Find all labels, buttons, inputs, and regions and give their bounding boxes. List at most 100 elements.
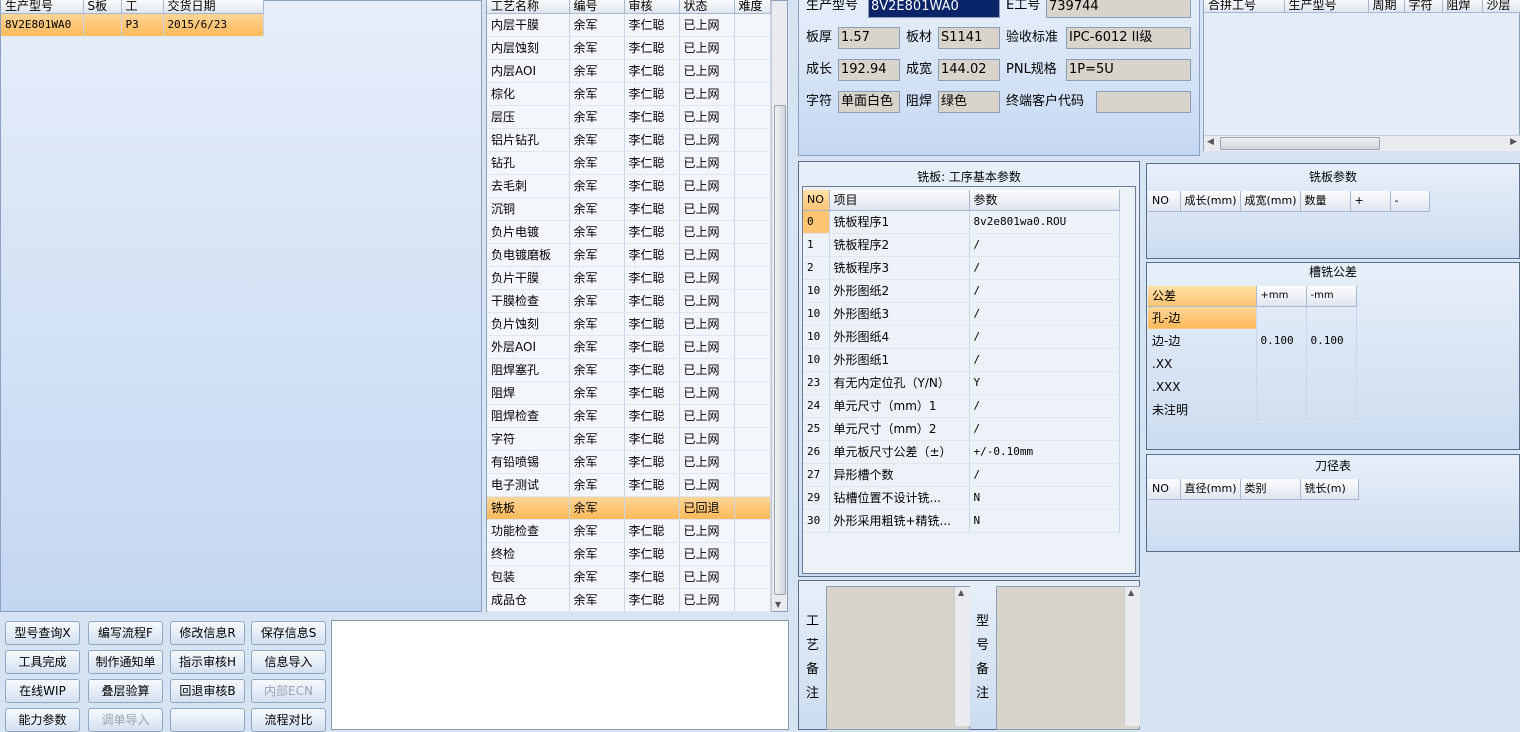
scrollbar-thumb[interactable] xyxy=(774,105,786,595)
routing-cell[interactable]: 铣板程序2 xyxy=(829,233,970,257)
action-button[interactable]: 工具完成 xyxy=(5,650,80,674)
process-cell[interactable]: 余军 xyxy=(569,289,625,313)
col-header[interactable]: 沙层 xyxy=(1482,0,1520,13)
table-row[interactable]: 8V2E801WA0 P3 2015/6/23 xyxy=(1,13,264,37)
process-cell[interactable]: 已上网 xyxy=(679,220,735,244)
scroll-down-icon[interactable]: ▼ xyxy=(775,600,781,609)
process-cell[interactable]: 李仁聪 xyxy=(624,59,680,83)
table-row[interactable]: 负电镀磨板 余军 李仁聪 已上网 xyxy=(487,243,771,267)
action-button[interactable]: 编写流程F xyxy=(88,621,163,645)
col-header[interactable]: 数量 xyxy=(1300,191,1351,212)
table-row[interactable]: 24 单元尺寸（mm）1/ xyxy=(803,394,1120,418)
process-cell[interactable]: 已上网 xyxy=(679,381,735,405)
table-row[interactable]: .XXX xyxy=(1148,375,1357,399)
routing-cell[interactable]: 2 xyxy=(803,256,830,280)
process-cell[interactable]: 外层AOI xyxy=(487,335,570,359)
process-note-textarea[interactable] xyxy=(826,586,970,730)
process-cell[interactable]: 李仁聪 xyxy=(624,335,680,359)
routing-cell[interactable]: 26 xyxy=(803,440,830,464)
process-cell[interactable]: 余军 xyxy=(569,404,625,428)
col-header[interactable]: 合拼工号 xyxy=(1204,0,1285,13)
col-header[interactable]: 参数 xyxy=(969,190,1120,211)
process-cell[interactable]: 已上网 xyxy=(679,82,735,106)
process-cell[interactable] xyxy=(734,174,771,198)
table-row[interactable]: 字符 余军 李仁聪 已上网 xyxy=(487,427,771,451)
process-cell[interactable] xyxy=(734,358,771,382)
routing-cell[interactable]: 10 xyxy=(803,348,830,372)
routing-cell[interactable]: 外形采用粗铣+精铣... xyxy=(829,509,970,533)
process-cell[interactable]: 李仁聪 xyxy=(624,450,680,474)
process-cell[interactable]: 李仁聪 xyxy=(624,128,680,152)
col-header[interactable]: 直径(mm) xyxy=(1180,479,1241,500)
process-cell[interactable]: 字符 xyxy=(487,427,570,451)
process-cell[interactable]: 李仁聪 xyxy=(624,197,680,221)
action-button[interactable]: 修改信息R xyxy=(170,621,245,645)
table-row[interactable]: 功能检查 余军 李仁聪 已上网 xyxy=(487,519,771,543)
process-cell[interactable]: 李仁聪 xyxy=(624,404,680,428)
process-cell[interactable] xyxy=(734,542,771,566)
slot-cell[interactable] xyxy=(1306,398,1357,422)
table-row[interactable]: 铣板 余军 已回退 xyxy=(487,496,771,520)
process-cell[interactable] xyxy=(734,266,771,290)
process-cell[interactable] xyxy=(734,220,771,244)
col-header[interactable]: 工艺名称 xyxy=(487,0,570,14)
table-row[interactable]: 10 外形图纸4/ xyxy=(803,325,1120,349)
length-field[interactable]: 192.94 xyxy=(838,59,900,81)
process-cell[interactable]: 内层蚀刻 xyxy=(487,36,570,60)
process-cell[interactable]: 余军 xyxy=(569,312,625,336)
process-cell[interactable]: 阻焊 xyxy=(487,381,570,405)
process-cell[interactable]: 已上网 xyxy=(679,565,735,589)
col-header[interactable]: 铣长(m) xyxy=(1300,479,1359,500)
process-cell[interactable]: 层压 xyxy=(487,105,570,129)
process-cell[interactable]: 有铅喷锡 xyxy=(487,450,570,474)
action-button[interactable]: 调单导入 xyxy=(88,708,163,732)
routing-cell[interactable]: 1 xyxy=(803,233,830,257)
col-header[interactable]: 公差 xyxy=(1148,286,1257,307)
col-header[interactable]: 交货日期 xyxy=(163,0,264,14)
process-cell[interactable]: 余军 xyxy=(569,36,625,60)
routing-cell[interactable]: 23 xyxy=(803,371,830,395)
routing-cell[interactable]: / xyxy=(969,279,1120,303)
process-cell[interactable]: 已上网 xyxy=(679,197,735,221)
scroll-up-icon[interactable]: ▲ xyxy=(1128,588,1134,597)
col-header[interactable]: 生产型号 xyxy=(1,0,84,14)
col-header[interactable]: 难度 xyxy=(734,0,771,14)
process-cell[interactable] xyxy=(734,197,771,221)
routing-cell[interactable]: 异形槽个数 xyxy=(829,463,970,487)
table-row[interactable]: 钻孔 余军 李仁聪 已上网 xyxy=(487,151,771,175)
process-cell[interactable]: 余军 xyxy=(569,197,625,221)
process-cell[interactable]: 钻孔 xyxy=(487,151,570,175)
process-cell[interactable]: 终检 xyxy=(487,542,570,566)
table-row[interactable]: 阻焊 余军 李仁聪 已上网 xyxy=(487,381,771,405)
routing-cell[interactable]: 外形图纸3 xyxy=(829,302,970,326)
table-row[interactable]: 去毛刺 余军 李仁聪 已上网 xyxy=(487,174,771,198)
scroll-left-icon[interactable]: ◀ xyxy=(1207,137,1214,147)
model-note-scrollbar[interactable]: ▲ xyxy=(1124,587,1140,726)
process-cell[interactable]: 余军 xyxy=(569,381,625,405)
process-cell[interactable]: 沉铜 xyxy=(487,197,570,221)
process-cell[interactable]: 已上网 xyxy=(679,36,735,60)
routing-cell[interactable]: 外形图纸4 xyxy=(829,325,970,349)
process-cell[interactable]: 余军 xyxy=(569,496,625,520)
process-cell[interactable]: 已上网 xyxy=(679,59,735,83)
process-cell[interactable]: 铝片钻孔 xyxy=(487,128,570,152)
process-scrollbar[interactable]: ▼ xyxy=(771,1,787,611)
process-cell[interactable] xyxy=(734,519,771,543)
process-cell[interactable]: 已上网 xyxy=(679,289,735,313)
process-cell[interactable]: 李仁聪 xyxy=(624,13,680,37)
e-number-field[interactable]: 739744 xyxy=(1046,0,1191,18)
process-cell[interactable]: 棕化 xyxy=(487,82,570,106)
table-row[interactable]: 阻焊塞孔 余军 李仁聪 已上网 xyxy=(487,358,771,382)
col-header[interactable]: 状态 xyxy=(679,0,735,14)
process-cell[interactable]: 李仁聪 xyxy=(624,473,680,497)
slot-cell[interactable]: 边-边 xyxy=(1148,329,1257,353)
routing-cell[interactable]: 外形图纸1 xyxy=(829,348,970,372)
process-cell[interactable] xyxy=(734,243,771,267)
material-field[interactable]: S1141 xyxy=(938,27,1000,49)
mask-field[interactable]: 绿色 xyxy=(938,91,1000,113)
process-cell[interactable]: 李仁聪 xyxy=(624,427,680,451)
slot-cell[interactable] xyxy=(1256,375,1307,399)
process-cell[interactable]: 阻焊检查 xyxy=(487,404,570,428)
process-cell[interactable]: 负片干膜 xyxy=(487,266,570,290)
routing-cell[interactable]: / xyxy=(969,463,1120,487)
